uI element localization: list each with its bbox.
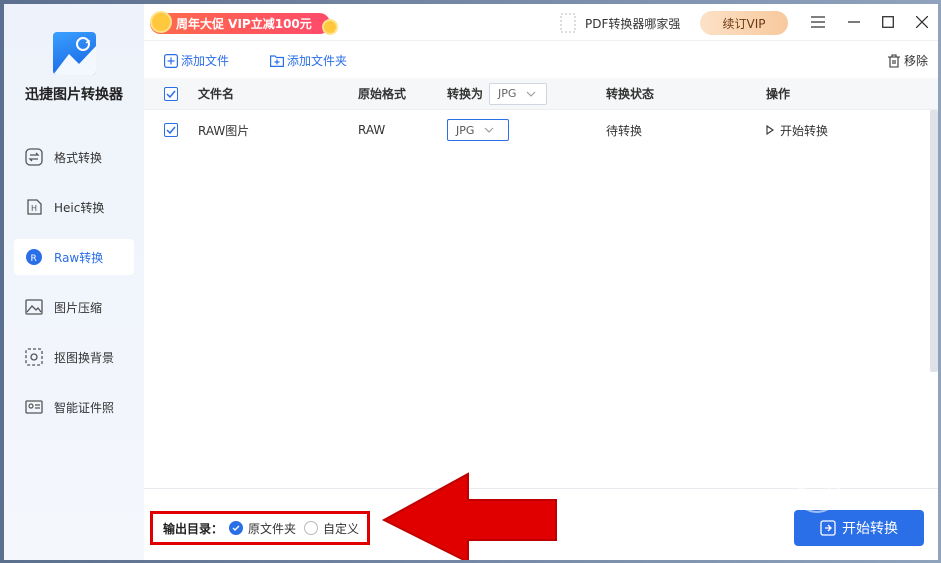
image-compress-icon [24, 297, 44, 317]
sidebar-item-label: Heic转换 [54, 200, 105, 215]
svg-text:H: H [31, 204, 37, 213]
header-action: 操作 [766, 87, 791, 101]
row-start-convert-button[interactable]: 开始转换 [766, 110, 828, 150]
checkbox[interactable] [164, 86, 178, 101]
id-photo-icon [24, 397, 44, 417]
output-label: 输出目录： [163, 521, 224, 536]
header-filename: 文件名 [198, 87, 235, 101]
header-status: 转换状态 [606, 87, 655, 101]
toolbar: 添加文件 添加文件夹 移除 [144, 40, 938, 78]
radio-custom-label: 自定义 [323, 521, 360, 536]
sidebar-item-label: 抠图换背景 [54, 350, 115, 365]
select-value: JPG [456, 123, 475, 137]
play-icon [766, 125, 774, 135]
raw-icon: R [24, 247, 44, 267]
sidebar-item-format-convert[interactable]: 格式转换 [14, 139, 134, 175]
add-folder-label: 添加文件夹 [287, 54, 348, 68]
sidebar-item-heic-convert[interactable]: H Heic转换 [14, 189, 134, 225]
remove-label: 移除 [903, 54, 928, 68]
renew-vip-button[interactable]: 续订VIP [700, 11, 788, 35]
trash-icon [887, 53, 901, 68]
pdf-link-text: PDF转换器哪家强 [585, 16, 681, 31]
sidebar-item-label: 格式转换 [54, 150, 103, 165]
svg-text:R: R [31, 254, 37, 264]
annotation-arrow-icon [381, 472, 557, 560]
add-folder-icon [270, 54, 284, 68]
output-directory-group: 输出目录： 原文件夹 自定义 [150, 511, 370, 545]
start-convert-label: 开始转换 [842, 521, 898, 537]
row-filename: RAW图片 [198, 123, 250, 138]
select-all-checkbox[interactable] [164, 78, 178, 109]
add-file-label: 添加文件 [181, 54, 230, 68]
minimize-icon[interactable] [844, 12, 864, 32]
sidebar-item-image-compress[interactable]: 图片压缩 [14, 289, 134, 325]
start-convert-button[interactable]: 开始转换 [794, 510, 924, 546]
swap-icon [24, 147, 44, 167]
sidebar-item-raw-convert[interactable]: R Raw转换 [14, 239, 134, 275]
app-logo-icon [53, 32, 96, 75]
sidebar-item-label: Raw转换 [54, 250, 104, 265]
row-action-label: 开始转换 [780, 123, 829, 138]
select-value: JPG [498, 87, 517, 100]
header-convert-to-label: 转换为 [447, 87, 484, 101]
app-window: 迅捷图片转换器 格式转换 H Heic转换 R Raw转换 图片压缩 抠图换背景… [4, 4, 938, 560]
add-file-icon [164, 53, 179, 68]
checkbox[interactable] [164, 123, 178, 137]
cutout-icon [24, 347, 44, 367]
sidebar-item-id-photo[interactable]: 智能证件照 [14, 389, 134, 425]
chevron-down-icon [484, 125, 494, 135]
coin-icon [322, 19, 338, 35]
maximize-icon[interactable] [878, 12, 898, 32]
header-original-format: 原始格式 [358, 87, 407, 101]
table-header: 文件名 原始格式 转换为 JPG 转换状态 操作 [144, 78, 938, 110]
radio-custom[interactable] [304, 521, 318, 535]
coin-icon [150, 11, 172, 33]
sidebar-item-cutout[interactable]: 抠图换背景 [14, 339, 134, 375]
heic-icon: H [24, 197, 44, 217]
pdf-icon [559, 13, 577, 33]
sidebar: 迅捷图片转换器 格式转换 H Heic转换 R Raw转换 图片压缩 抠图换背景… [4, 4, 144, 560]
row-target-format: JPG [447, 110, 509, 150]
batch-format-select[interactable]: JPG [489, 82, 548, 105]
add-folder-button[interactable]: 添加文件夹 [270, 52, 347, 69]
chevron-down-icon [526, 89, 536, 99]
header-convert-to: 转换为 JPG [447, 78, 548, 109]
target-format-select[interactable]: JPG [447, 119, 509, 141]
scrollbar[interactable] [930, 110, 938, 372]
close-icon[interactable] [912, 12, 932, 32]
table-row: RAW图片 RAW JPG 待转换 开始转换 [144, 110, 938, 150]
row-format: RAW [358, 123, 386, 137]
row-checkbox[interactable] [164, 110, 178, 150]
radio-original-label: 原文件夹 [248, 521, 297, 536]
app-name: 迅捷图片转换器 [25, 87, 123, 103]
sidebar-item-label: 图片压缩 [54, 300, 103, 315]
title-bar: 周年大促 VIP立减100元 PDF转换器哪家强 续订VIP [144, 4, 938, 40]
pdf-converter-link[interactable]: PDF转换器哪家强 [559, 13, 680, 33]
add-file-button[interactable]: 添加文件 [164, 52, 229, 69]
convert-icon [820, 520, 836, 536]
radio-original-folder[interactable] [229, 521, 243, 535]
promo-banner[interactable]: 周年大促 VIP立减100元 [150, 11, 338, 35]
promo-text: 周年大促 VIP立减100元 [176, 17, 312, 31]
row-status: 待转换 [606, 123, 643, 138]
sidebar-item-label: 智能证件照 [54, 400, 115, 415]
remove-button[interactable]: 移除 [887, 52, 928, 69]
menu-icon[interactable] [808, 12, 828, 32]
